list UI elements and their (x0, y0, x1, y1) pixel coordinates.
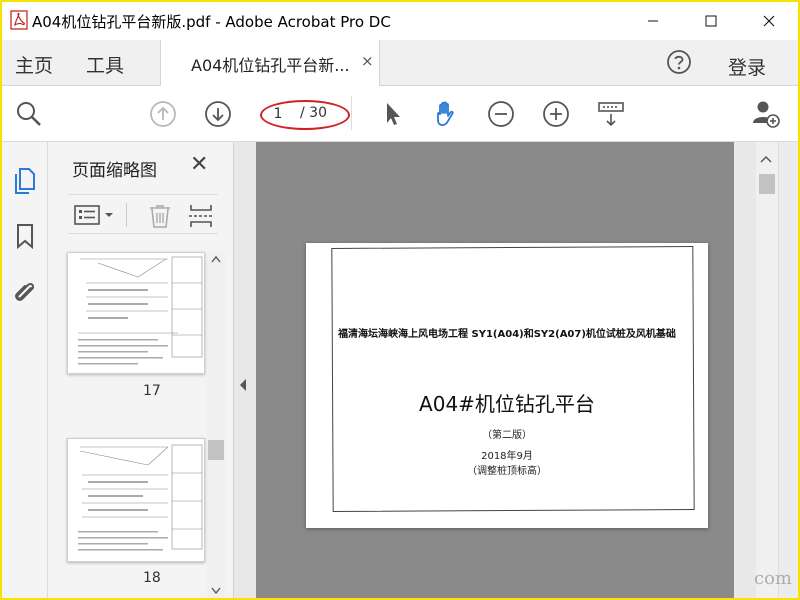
thumbnail-drawing (78, 256, 203, 365)
scroll-up-icon[interactable] (759, 154, 773, 164)
document-note: （调整桩顶标高） (467, 466, 547, 477)
zoom-tool-button[interactable] (13, 98, 45, 130)
maximize-button[interactable] (688, 2, 734, 40)
panel-close-icon[interactable]: ✕ (190, 152, 208, 177)
window-title: A04机位钻孔平台新版.pdf - Adobe Acrobat Pro DC (32, 13, 391, 31)
page-thumbnails-button[interactable] (10, 164, 40, 196)
toolbar-divider (351, 96, 352, 130)
plus-circle-icon (543, 101, 569, 127)
thumbnail-drawing (78, 444, 203, 551)
arrow-down-circle-icon (205, 101, 231, 127)
toolbar: / 30 (2, 86, 798, 142)
navigation-rail (2, 142, 48, 598)
fit-page-button[interactable] (595, 98, 627, 130)
bookmark-icon (17, 224, 33, 250)
attachments-button[interactable] (10, 276, 40, 308)
title-bar: A04机位钻孔平台新版.pdf - Adobe Acrobat Pro DC (2, 2, 798, 40)
document-header: 福清海坛海峡海上风电场工程 SY1(A04)和SY2(A07)机位试桩及风机基础 (338, 329, 676, 340)
scrollbar-thumb[interactable] (759, 174, 775, 194)
select-tool-button[interactable] (376, 98, 408, 130)
document-scrollbar[interactable] (756, 142, 778, 598)
minimize-icon (648, 20, 658, 22)
thumbnail-page[interactable] (67, 252, 205, 374)
app-window: A04机位钻孔平台新版.pdf - Adobe Acrobat Pro DC 主… (0, 0, 800, 600)
tool-divider (126, 203, 127, 227)
arrow-up-circle-icon (150, 101, 176, 127)
tools-menu[interactable]: 工具 (86, 51, 124, 78)
zoom-out-button[interactable] (485, 98, 517, 130)
document-title: A04#机位钻孔平台 (419, 392, 595, 416)
zoom-in-button[interactable] (540, 98, 572, 130)
add-user-icon (753, 101, 780, 128)
thumbnail-page-number: 17 (143, 383, 161, 399)
thumbnail-page[interactable] (67, 438, 205, 562)
minus-circle-icon (488, 101, 514, 127)
acrobat-logo-icon (10, 10, 28, 30)
share-button[interactable] (750, 98, 782, 130)
right-panel-strip (778, 142, 798, 598)
panel-toolbar (68, 194, 218, 234)
hand-tool-button[interactable] (430, 98, 462, 130)
close-icon (763, 15, 775, 27)
document-area: 福清海坛海峡海上风电场工程 SY1(A04)和SY2(A07)机位试桩及风机基础… (234, 142, 772, 598)
cursor-arrow-icon (387, 103, 400, 125)
document-page: 福清海坛海峡海上风电场工程 SY1(A04)和SY2(A07)机位试桩及风机基础… (306, 243, 708, 528)
panel-title: 页面缩略图 (72, 161, 157, 181)
next-page-button[interactable] (202, 98, 234, 130)
document-tab[interactable]: A04机位钻孔平台新... × (160, 40, 380, 86)
annotation-ellipse (260, 100, 350, 130)
help-icon[interactable] (665, 48, 693, 76)
document-tab-label: A04机位钻孔平台新... (191, 56, 350, 75)
maximize-icon (705, 15, 717, 27)
trash-icon[interactable] (148, 204, 172, 228)
collapse-left-panel-icon[interactable] (238, 378, 248, 392)
bookmarks-button[interactable] (10, 220, 40, 252)
watermark-text: com (754, 568, 792, 589)
paperclip-icon (15, 282, 35, 301)
home-menu[interactable]: 主页 (15, 51, 53, 78)
options-list-icon[interactable] (74, 205, 118, 227)
magnifier-icon (17, 102, 41, 126)
insert-page-icon[interactable] (188, 204, 214, 228)
document-date: 2018年9月 (481, 451, 533, 462)
tab-close-icon[interactable]: × (361, 52, 374, 70)
thumbnail-scrollbar[interactable] (207, 252, 225, 598)
fit-page-icon (598, 102, 624, 127)
menu-row: 主页 工具 A04机位钻孔平台新... × 登录 (2, 40, 798, 86)
close-window-button[interactable] (746, 2, 792, 40)
minimize-button[interactable] (630, 2, 676, 40)
hand-icon (437, 101, 454, 126)
previous-page-button[interactable] (147, 98, 179, 130)
thumbnail-page-number: 18 (143, 570, 161, 586)
document-canvas[interactable]: 福清海坛海峡海上风电场工程 SY1(A04)和SY2(A07)机位试桩及风机基础… (256, 142, 734, 598)
login-button[interactable]: 登录 (728, 53, 766, 80)
pages-icon (15, 168, 35, 194)
document-edition: （第二版） (482, 430, 532, 441)
